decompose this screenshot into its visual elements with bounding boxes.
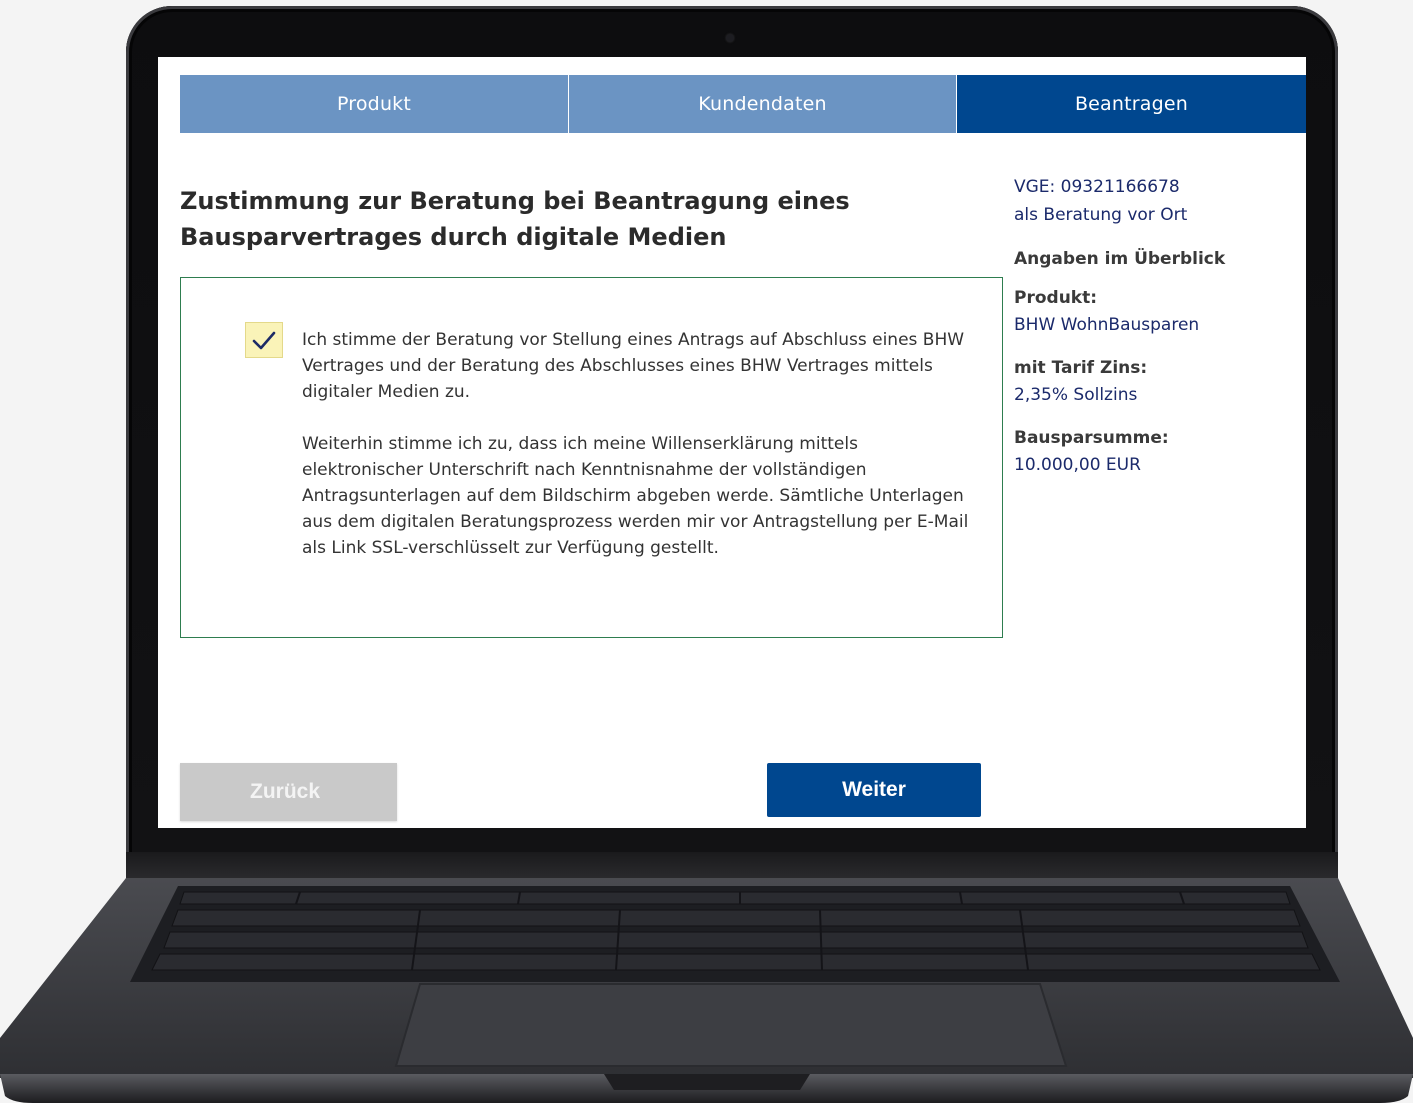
overview-heading: Angaben im Überblick [1014,249,1226,269]
sum-value: 10.000,00 EUR [1014,455,1141,475]
summary-sidebar: VGE: 09321166678 als Beratung vor Ort An… [1014,173,1294,479]
next-button[interactable]: Weiter [767,763,981,817]
tab-kundendaten[interactable]: Kundendaten [569,75,957,133]
consent-checkbox[interactable] [245,322,283,358]
consent-box: Ich stimme der Beratung vor Stellung ein… [180,277,1003,638]
laptop-keyboard-base [0,878,1413,1103]
checkmark-icon [252,331,276,350]
page-title: Zustimmung zur Beratung bei Beantragung … [180,187,850,251]
tariff-value: 2,35% Sollzins [1014,385,1138,405]
camera-dot [726,34,734,42]
consultation-mode: als Beratung vor Ort [1014,205,1188,225]
tariff-label: mit Tarif Zins: [1014,358,1148,378]
sum-label: Bausparsumme: [1014,428,1169,448]
consent-text: Ich stimme der Beratung vor Stellung ein… [302,327,982,561]
progress-stepper: Produkt Kundendaten Beantragen [180,75,1306,133]
laptop-screen: Produkt Kundendaten Beantragen Zustimmun… [158,57,1306,828]
consent-paragraph-2: Weiterhin stimme ich zu, dass ich meine … [302,434,969,558]
laptop-mockup: Produkt Kundendaten Beantragen Zustimmun… [0,0,1413,1103]
product-value: BHW WohnBausparen [1014,315,1200,335]
laptop-hinge [126,852,1338,880]
back-button[interactable]: Zurück [180,763,397,821]
consent-paragraph-1: Ich stimme der Beratung vor Stellung ein… [302,330,965,402]
tab-produkt[interactable]: Produkt [180,75,569,133]
vge-number: VGE: 09321166678 [1014,177,1180,197]
product-label: Produkt: [1014,288,1098,308]
tab-beantragen[interactable]: Beantragen [957,75,1306,133]
